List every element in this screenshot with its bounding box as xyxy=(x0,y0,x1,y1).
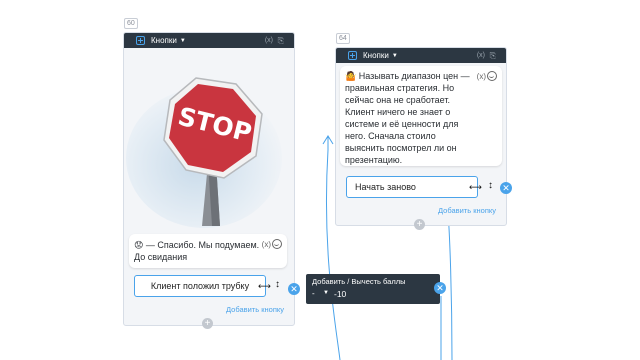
node-header[interactable]: Кнопки ▼ (x) ⎘ xyxy=(124,33,294,48)
node-type-label[interactable]: Кнопки xyxy=(363,51,389,60)
move-horizontal-icon[interactable]: ⟷ xyxy=(258,281,271,292)
variable-icon[interactable]: (x) xyxy=(265,37,273,44)
answer-button[interactable]: Начать заново xyxy=(346,176,478,198)
score-sign-select[interactable]: - xyxy=(312,289,315,298)
node-id-badge: 60 xyxy=(124,18,138,29)
variable-icon[interactable]: (x) xyxy=(262,239,271,251)
move-vertical-icon[interactable]: ↕ xyxy=(488,180,493,191)
message-text: Называть диапазон цен — правильная страт… xyxy=(345,71,470,165)
add-button-link[interactable]: Добавить кнопку xyxy=(226,305,284,314)
connector-lines xyxy=(322,135,453,360)
answer-button[interactable]: Клиент положил трубку xyxy=(134,275,266,297)
score-panel-title: Добавить / Вычесть баллы xyxy=(312,277,406,286)
emoji-picker-icon[interactable] xyxy=(487,71,497,81)
shrug-emoji-icon: 🤷 xyxy=(345,71,357,81)
add-node-icon[interactable]: + xyxy=(202,318,213,329)
move-vertical-icon[interactable]: ↕ xyxy=(275,279,280,290)
chevron-down-icon[interactable]: ▼ xyxy=(180,38,186,44)
message-bubble[interactable]: 🤷 Называть диапазон цен — правильная стр… xyxy=(340,66,502,166)
worried-emoji-icon: 😟 xyxy=(134,240,144,250)
node-header[interactable]: Кнопки ▼ (x) ⎘ xyxy=(336,48,506,63)
close-icon[interactable]: ✕ xyxy=(288,283,300,295)
add-button-link[interactable]: Добавить кнопку xyxy=(438,206,496,215)
expand-icon[interactable] xyxy=(136,36,145,45)
chevron-down-icon[interactable]: ▼ xyxy=(392,53,398,59)
score-value-input[interactable]: -10 xyxy=(334,289,346,299)
variable-icon[interactable]: (x) xyxy=(477,52,485,59)
emoji-picker-icon[interactable] xyxy=(272,239,282,249)
paperclip-icon[interactable]: ⎘ xyxy=(490,51,496,61)
close-icon[interactable]: ✕ xyxy=(434,282,446,294)
node-type-label[interactable]: Кнопки xyxy=(151,36,177,45)
stop-sign-image: STOP xyxy=(126,77,282,228)
close-icon[interactable]: ✕ xyxy=(500,182,512,194)
move-horizontal-icon[interactable]: ⟷ xyxy=(469,182,482,193)
paperclip-icon[interactable]: ⎘ xyxy=(278,36,284,46)
expand-icon[interactable] xyxy=(348,51,357,60)
flow-canvas[interactable]: 60 Кнопки ▼ (x) ⎘ STOP 😟 — Спасибо. Мы п… xyxy=(0,0,640,360)
message-bubble[interactable]: 😟 — Спасибо. Мы подумаем. До свидания (x… xyxy=(129,234,287,268)
node-id-badge: 64 xyxy=(336,33,350,44)
message-text: — Спасибо. Мы подумаем. До свидания xyxy=(134,240,260,262)
add-node-icon[interactable]: + xyxy=(414,219,425,230)
score-panel[interactable]: Добавить / Вычесть баллы - ▼ -10 xyxy=(306,274,440,304)
variable-icon[interactable]: (x) xyxy=(477,71,486,83)
chevron-down-icon[interactable]: ▼ xyxy=(323,290,329,296)
